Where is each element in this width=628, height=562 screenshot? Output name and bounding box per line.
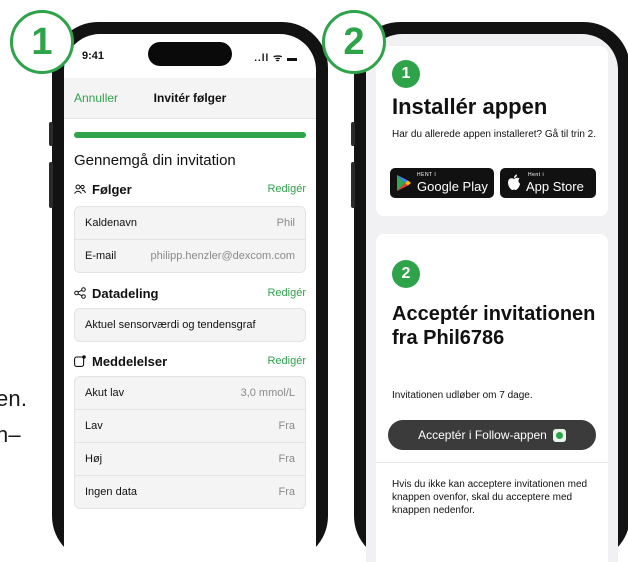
accept-title: Acceptér invitationen fra Phil6786 — [392, 303, 596, 349]
google-play-label: Google Play — [417, 179, 488, 194]
row-value: Phil — [276, 217, 295, 229]
edit-follower-button[interactable]: Redigér — [267, 183, 306, 195]
install-card: 1 Installér appen Har du allerede appen … — [376, 46, 608, 216]
app-store-small: Hent i — [528, 172, 545, 178]
edge-text-2: n– — [0, 422, 21, 447]
notifications-label: Meddelelser — [92, 354, 168, 369]
edit-sharing-button[interactable]: Redigér — [267, 287, 306, 299]
side-button — [351, 162, 355, 208]
sharing-label: Datadeling — [92, 286, 159, 301]
table-row: E-mail philipp.henzler@dexcom.com — [75, 240, 305, 272]
review-title: Gennemgå din invitation — [74, 152, 236, 169]
table-row: Høj Fra — [75, 443, 305, 476]
notification-icon — [74, 355, 86, 370]
row-value: philipp.henzler@dexcom.com — [150, 250, 295, 262]
row-key: Lav — [85, 420, 103, 432]
phone-frame-right: 1 Installér appen Har du allerede appen … — [351, 22, 628, 562]
follower-section-header: Følger Redigér — [74, 182, 306, 200]
divider — [376, 462, 608, 463]
app-store-label: App Store — [526, 179, 584, 194]
follower-label: Følger — [92, 182, 132, 197]
row-value: Fra — [278, 420, 296, 432]
sharing-card: Aktuel sensorværdi og tendensgraf — [74, 308, 306, 342]
side-button — [49, 162, 53, 208]
row-value: Fra — [278, 486, 296, 498]
row-key: Akut lav — [85, 387, 125, 399]
fallback-hint: Hvis du ikke kan acceptere invitationen … — [392, 479, 588, 516]
nav-bar: Annuller Invitér følger — [64, 78, 316, 119]
install-subtitle: Har du allerede appen installeret? Gå ti… — [392, 129, 597, 140]
accept-card: 2 Acceptér invitationen fra Phil6786 Inv… — [376, 234, 608, 562]
table-row: Ingen data Fra — [75, 476, 305, 508]
accept-in-follow-app-button[interactable]: Acceptér i Follow-appen — [388, 420, 596, 450]
step-number-2: 2 — [392, 260, 420, 288]
status-time: 9:41 — [82, 50, 105, 62]
install-title: Installér appen — [392, 94, 548, 119]
side-button — [49, 122, 53, 146]
step-badge-1: 1 — [10, 10, 74, 74]
follow-app-icon — [552, 428, 566, 442]
signal-wifi-battery-icon: ..ll ᯤ ▬ — [254, 53, 298, 64]
app-store-button[interactable]: Hent i App Store — [500, 168, 596, 198]
row-key: Kaldenavn — [85, 217, 137, 229]
edge-text-1: en. — [0, 386, 28, 411]
invite-review-screen: 9:41 ..ll ᯤ ▬ Annuller Invitér følger Ge… — [64, 34, 316, 562]
step-number-1: 1 — [392, 60, 420, 88]
notifications-section-header: Meddelelser Redigér — [74, 354, 306, 372]
step-badge-2: 2 — [322, 10, 386, 74]
table-row: Lav Fra — [75, 410, 305, 443]
google-play-button[interactable]: HENT I Google Play — [390, 168, 494, 198]
status-bar: 9:41 ..ll ᯤ ▬ — [64, 50, 316, 68]
sharing-value: Aktuel sensorværdi og tendensgraf — [85, 319, 256, 331]
table-row: Kaldenavn Phil — [75, 207, 305, 240]
progress-bar — [74, 132, 306, 138]
google-play-small: HENT I — [417, 172, 437, 178]
row-value: Fra — [278, 453, 296, 465]
edit-notifications-button[interactable]: Redigér — [267, 355, 306, 367]
table-row: Akut lav 3,0 mmol/L — [75, 377, 305, 410]
row-key: Høj — [85, 453, 103, 465]
expiry-text: Invitationen udløber om 7 dage. — [392, 390, 533, 401]
row-key: Ingen data — [85, 486, 137, 498]
google-play-icon — [396, 174, 412, 197]
row-key: E-mail — [85, 250, 117, 262]
nav-title: Invitér følger — [153, 91, 227, 105]
side-button — [351, 122, 355, 146]
follower-card: Kaldenavn Phil E-mail philipp.henzler@de… — [74, 206, 306, 273]
notifications-card: Akut lav 3,0 mmol/L Lav Fra Høj Fra Inge… — [74, 376, 306, 509]
accept-button-label: Acceptér i Follow-appen — [418, 428, 547, 442]
row-value: 3,0 mmol/L — [240, 387, 295, 399]
apple-icon — [507, 174, 521, 196]
sharing-section-header: Datadeling Redigér — [74, 286, 306, 304]
accept-invite-screen: 1 Installér appen Har du allerede appen … — [366, 34, 618, 562]
phone-frame-left: 9:41 ..ll ᯤ ▬ Annuller Invitér følger Ge… — [49, 22, 328, 562]
share-icon — [74, 287, 86, 302]
people-icon — [74, 183, 86, 197]
